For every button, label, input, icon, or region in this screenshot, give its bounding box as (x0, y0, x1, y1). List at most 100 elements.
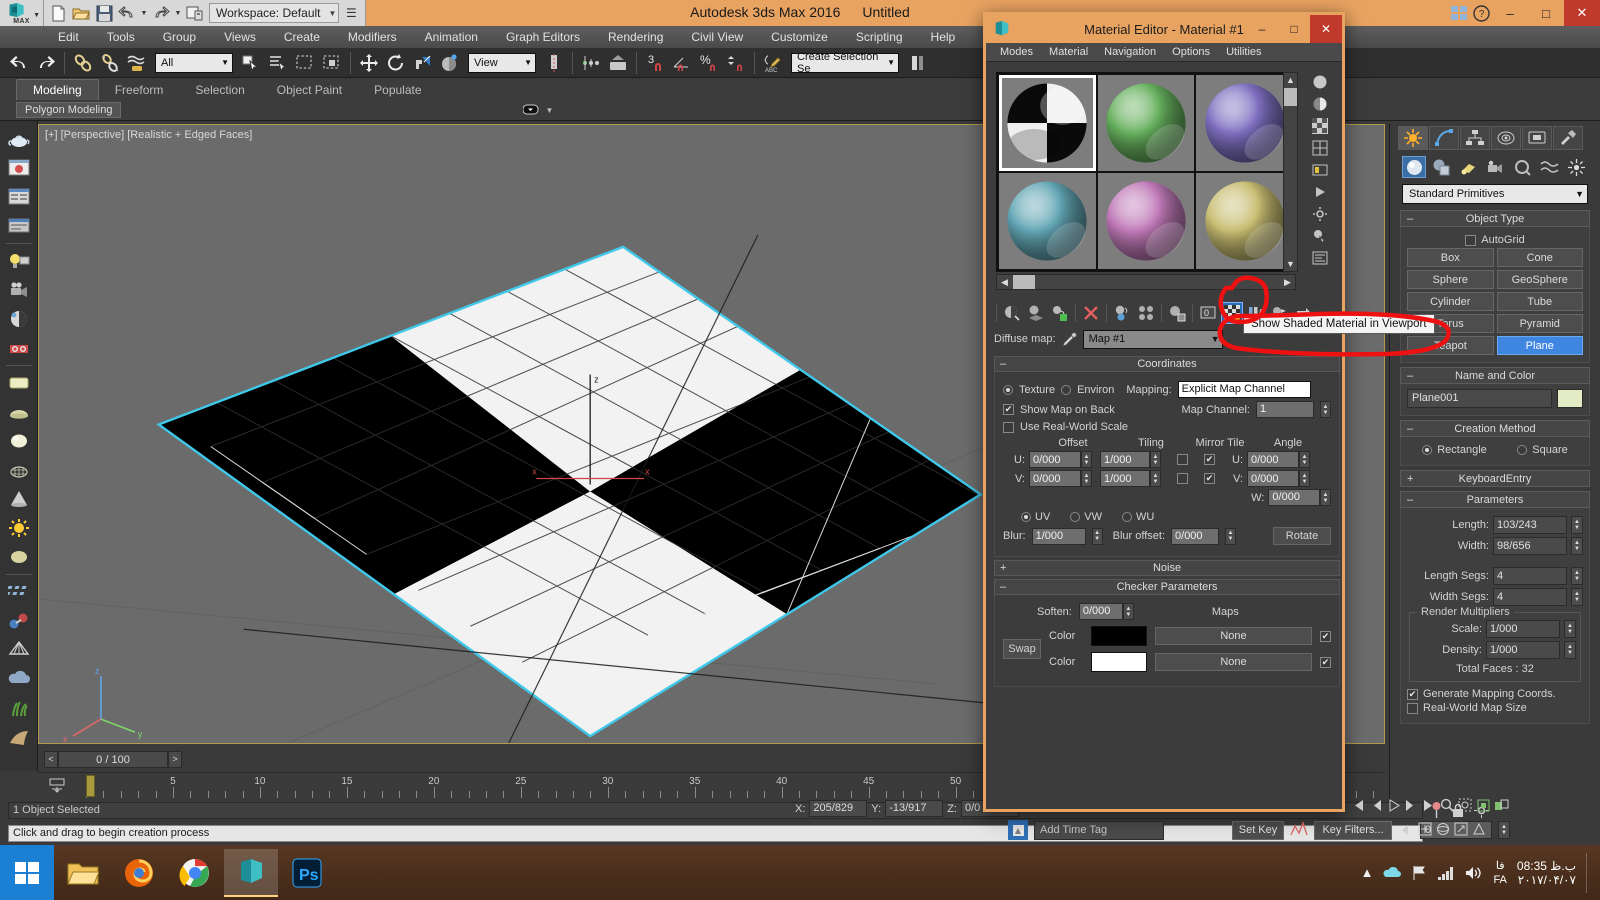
diffuse-map-combo[interactable]: Map #1 ▼ (1082, 329, 1223, 349)
undo-icon[interactable] (6, 50, 32, 76)
reset-map-icon[interactable] (1080, 302, 1102, 324)
length-spinner[interactable]: ▲ ▼ (1571, 516, 1583, 534)
eyedropper-icon[interactable] (1061, 331, 1078, 348)
offset-field[interactable] (1029, 470, 1081, 487)
uv-option-wu[interactable]: WU (1122, 511, 1154, 523)
tiling-field[interactable] (1100, 470, 1150, 487)
menu-item-tools[interactable]: Tools (93, 26, 149, 48)
ribbon-tab-populate[interactable]: Populate (358, 80, 437, 100)
project-folder-icon[interactable] (184, 2, 206, 24)
firefox-icon[interactable] (112, 849, 166, 897)
radio[interactable] (1122, 512, 1133, 522)
offset-field[interactable] (1029, 451, 1081, 468)
percent-snap-toggle-icon[interactable]: % (696, 50, 722, 76)
creation-method-rectangle[interactable]: Rectangle (1422, 444, 1487, 456)
clock[interactable]: 08:35 ب.ظ ۲۰۱۷/۰۴/۰۷ (1517, 859, 1576, 887)
object-type-cylinder[interactable]: Cylinder (1407, 292, 1494, 311)
stereo-camera-icon[interactable] (4, 334, 34, 362)
teapot-icon[interactable] (4, 125, 34, 153)
angle-field[interactable] (1247, 470, 1299, 487)
hscroll-thumb[interactable] (1013, 275, 1035, 289)
angle-w-field[interactable]: 0/000 (1268, 489, 1320, 506)
menu-item-customize[interactable]: Customize (757, 26, 842, 48)
uv-option-uv[interactable]: UV (1021, 511, 1050, 523)
modify-tab[interactable] (1429, 126, 1459, 150)
ribbon-tab-freeform[interactable]: Freeform (99, 80, 180, 100)
map-button[interactable]: None (1155, 653, 1312, 671)
go-to-start-icon[interactable] (1350, 798, 1365, 813)
volume-icon[interactable] (1465, 865, 1483, 881)
render-setup-icon[interactable] (4, 154, 34, 182)
current-frame-display[interactable]: 0 / 100 (58, 750, 168, 768)
object-type-teapot[interactable]: Teapot (1407, 336, 1494, 355)
show-desktop-button[interactable] (1586, 852, 1592, 893)
tiling-spinner[interactable]: ▲ ▼ (1150, 451, 1161, 468)
open-mini-curve-editor-icon[interactable] (46, 775, 68, 797)
coordinates-header[interactable]: – Coordinates (994, 356, 1340, 372)
edit-named-selection-sets-icon[interactable]: ABC (760, 50, 786, 76)
create-tab[interactable] (1398, 126, 1428, 150)
dome-icon[interactable] (4, 398, 34, 426)
object-type-header[interactable]: – Object Type (1400, 210, 1590, 227)
width-segs-field[interactable]: 4 (1493, 588, 1567, 606)
polygon-modeling-tab[interactable]: Polygon Modeling (16, 102, 122, 118)
camera-icon[interactable] (4, 276, 34, 304)
slot-vertical-scrollbar[interactable]: ▲ ▼ (1283, 72, 1298, 272)
flag-icon[interactable] (1411, 865, 1427, 881)
select-object-icon[interactable] (238, 50, 264, 76)
angle-spinner[interactable]: ▲ ▼ (1299, 470, 1310, 487)
close-button[interactable]: ✕ (1564, 0, 1600, 26)
3ds-max-icon[interactable] (224, 848, 278, 897)
mirror-tool-icon[interactable] (904, 50, 930, 76)
add-time-tag-field[interactable]: Add Time Tag (1034, 820, 1164, 840)
length-segs-field[interactable]: 4 (1493, 567, 1567, 585)
creation-method-header[interactable]: – Creation Method (1400, 420, 1590, 437)
put-to-library-icon[interactable] (1166, 302, 1188, 324)
pan-view-icon[interactable] (1418, 822, 1432, 836)
material-map-navigator-icon[interactable] (1310, 248, 1330, 268)
hierarchy-tab[interactable] (1460, 126, 1490, 150)
slot-horizontal-scrollbar[interactable]: ◀ ▶ (996, 274, 1296, 290)
material-slot-green-material[interactable] (1097, 75, 1195, 171)
scroll-right-icon[interactable]: ▶ (1280, 277, 1295, 288)
viewport-label[interactable]: [+] [Perspective] [Realistic + Edged Fac… (45, 129, 252, 141)
open-file-icon[interactable] (70, 2, 92, 24)
select-and-move-icon[interactable] (356, 50, 382, 76)
sphere-icon[interactable] (4, 427, 34, 455)
lights-icon[interactable] (1456, 156, 1480, 178)
photoshop-icon[interactable]: Ps (280, 849, 334, 897)
cloud-icon[interactable] (4, 665, 34, 693)
me-menu-utilities[interactable]: Utilities (1218, 43, 1269, 62)
mirror-icon[interactable] (541, 50, 567, 76)
key-filters-curve-icon[interactable] (1290, 821, 1308, 839)
redo-icon[interactable] (150, 2, 172, 24)
sample-uv-tiling-icon[interactable] (1310, 138, 1330, 158)
parameters-header[interactable]: – Parameters (1400, 491, 1590, 508)
grass-icon[interactable] (4, 694, 34, 722)
angle-spinner[interactable]: ▲ ▼ (1299, 451, 1310, 468)
blur-offset-spinner[interactable]: ▲ ▼ (1225, 527, 1237, 545)
onedrive-icon[interactable] (1383, 865, 1402, 881)
name-and-color-header[interactable]: – Name and Color (1400, 367, 1590, 384)
map-button[interactable]: None (1155, 627, 1312, 645)
motion-tab[interactable] (1491, 126, 1521, 150)
key-frame-spinner[interactable]: ▲ ▼ (1498, 821, 1510, 839)
layer-manager-icon[interactable] (605, 50, 631, 76)
menu-item-create[interactable]: Create (270, 26, 334, 48)
zoom-region-icon[interactable] (1494, 798, 1509, 813)
radio[interactable] (1021, 512, 1031, 522)
scroll-thumb[interactable] (1284, 88, 1297, 106)
length-segs-spinner[interactable]: ▲ ▼ (1571, 567, 1583, 585)
show-map-on-back-checkbox[interactable]: ✔ (1003, 404, 1014, 415)
undo-dropdown-icon[interactable]: ▼ (139, 2, 149, 24)
redo-dropdown-icon[interactable]: ▼ (173, 2, 183, 24)
geometry-icon[interactable] (1402, 156, 1426, 178)
make-material-copy-icon[interactable] (1111, 302, 1133, 324)
backlight-icon[interactable] (1310, 94, 1330, 114)
object-type-geosphere[interactable]: GeoSphere (1496, 270, 1583, 289)
key-mode-toggle-icon[interactable] (1398, 823, 1414, 837)
play-animation-icon[interactable] (1386, 798, 1401, 813)
me-menu-options[interactable]: Options (1164, 43, 1218, 62)
bind-to-space-warp-icon[interactable] (124, 50, 150, 76)
tile-checkbox[interactable]: ✔ (1204, 454, 1215, 465)
